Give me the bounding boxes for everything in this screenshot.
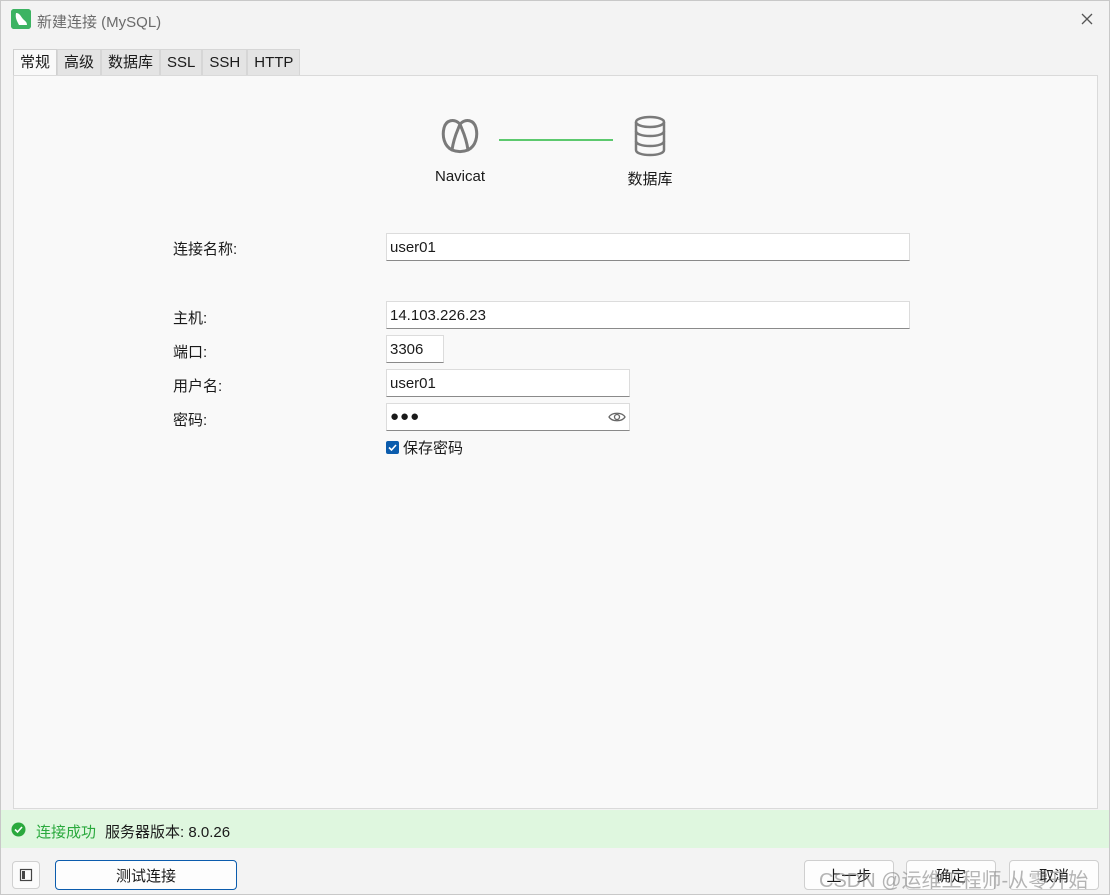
connection-name-input[interactable] (386, 233, 910, 261)
new-connection-dialog: 新建连接 (MySQL) 常规 高级 数据库 SSL SSH HTTP Navi… (0, 0, 1110, 895)
connection-line (499, 139, 613, 141)
save-password-checkbox[interactable] (386, 441, 399, 454)
tab-http[interactable]: HTTP (247, 49, 301, 75)
close-icon (1081, 13, 1093, 25)
sidebar-toggle-button[interactable] (12, 861, 40, 889)
panel-toggle-icon (19, 868, 33, 882)
prev-button[interactable]: 上一步 (804, 860, 894, 890)
connection-name-label: 连接名称: (173, 241, 238, 258)
username-label: 用户名: (173, 378, 223, 395)
database-icon (634, 115, 666, 157)
eye-icon[interactable] (608, 409, 626, 425)
navicat-app-icon (11, 9, 31, 29)
title-bar: 新建连接 (MySQL) (1, 1, 1109, 39)
status-bar: 连接成功 服务器版本: 8.0.26 (1, 810, 1109, 848)
tab-database[interactable]: 数据库 (101, 49, 161, 75)
connection-success-text: 连接成功 (36, 824, 97, 841)
database-label: 数据库 (627, 171, 673, 188)
navicat-label: Navicat (434, 168, 486, 185)
tab-advanced[interactable]: 高级 (57, 49, 102, 75)
password-label: 密码: (173, 412, 208, 429)
save-password-label: 保存密码 (403, 440, 464, 457)
password-input[interactable]: ●●● (386, 403, 630, 431)
tab-ssl[interactable]: SSL (160, 49, 203, 75)
success-check-icon (11, 822, 26, 837)
tab-general[interactable]: 常规 (13, 49, 58, 76)
ok-button[interactable]: 确定 (906, 860, 996, 890)
general-panel: Navicat 数据库 连接名称: 主机: 端口: 用户名: 密码: ●●● 保… (13, 75, 1098, 809)
navicat-logo-icon (441, 119, 479, 153)
test-connection-button[interactable]: 测试连接 (55, 860, 237, 890)
host-label: 主机: (173, 310, 208, 327)
username-input[interactable] (386, 369, 630, 397)
close-button[interactable] (1077, 9, 1097, 29)
cancel-button[interactable]: 取消 (1009, 860, 1099, 890)
window-title: 新建连接 (MySQL) (37, 14, 162, 31)
server-version-text: 服务器版本: 8.0.26 (105, 824, 231, 841)
port-input[interactable] (386, 335, 444, 363)
password-mask: ●●● (390, 408, 421, 425)
host-input[interactable] (386, 301, 910, 329)
tab-bar: 常规 高级 数据库 SSL SSH HTTP (13, 49, 301, 76)
checkmark-icon (388, 444, 397, 452)
tab-ssh[interactable]: SSH (202, 49, 248, 75)
save-password-row[interactable]: 保存密码 (386, 437, 463, 458)
port-label: 端口: (173, 344, 208, 361)
